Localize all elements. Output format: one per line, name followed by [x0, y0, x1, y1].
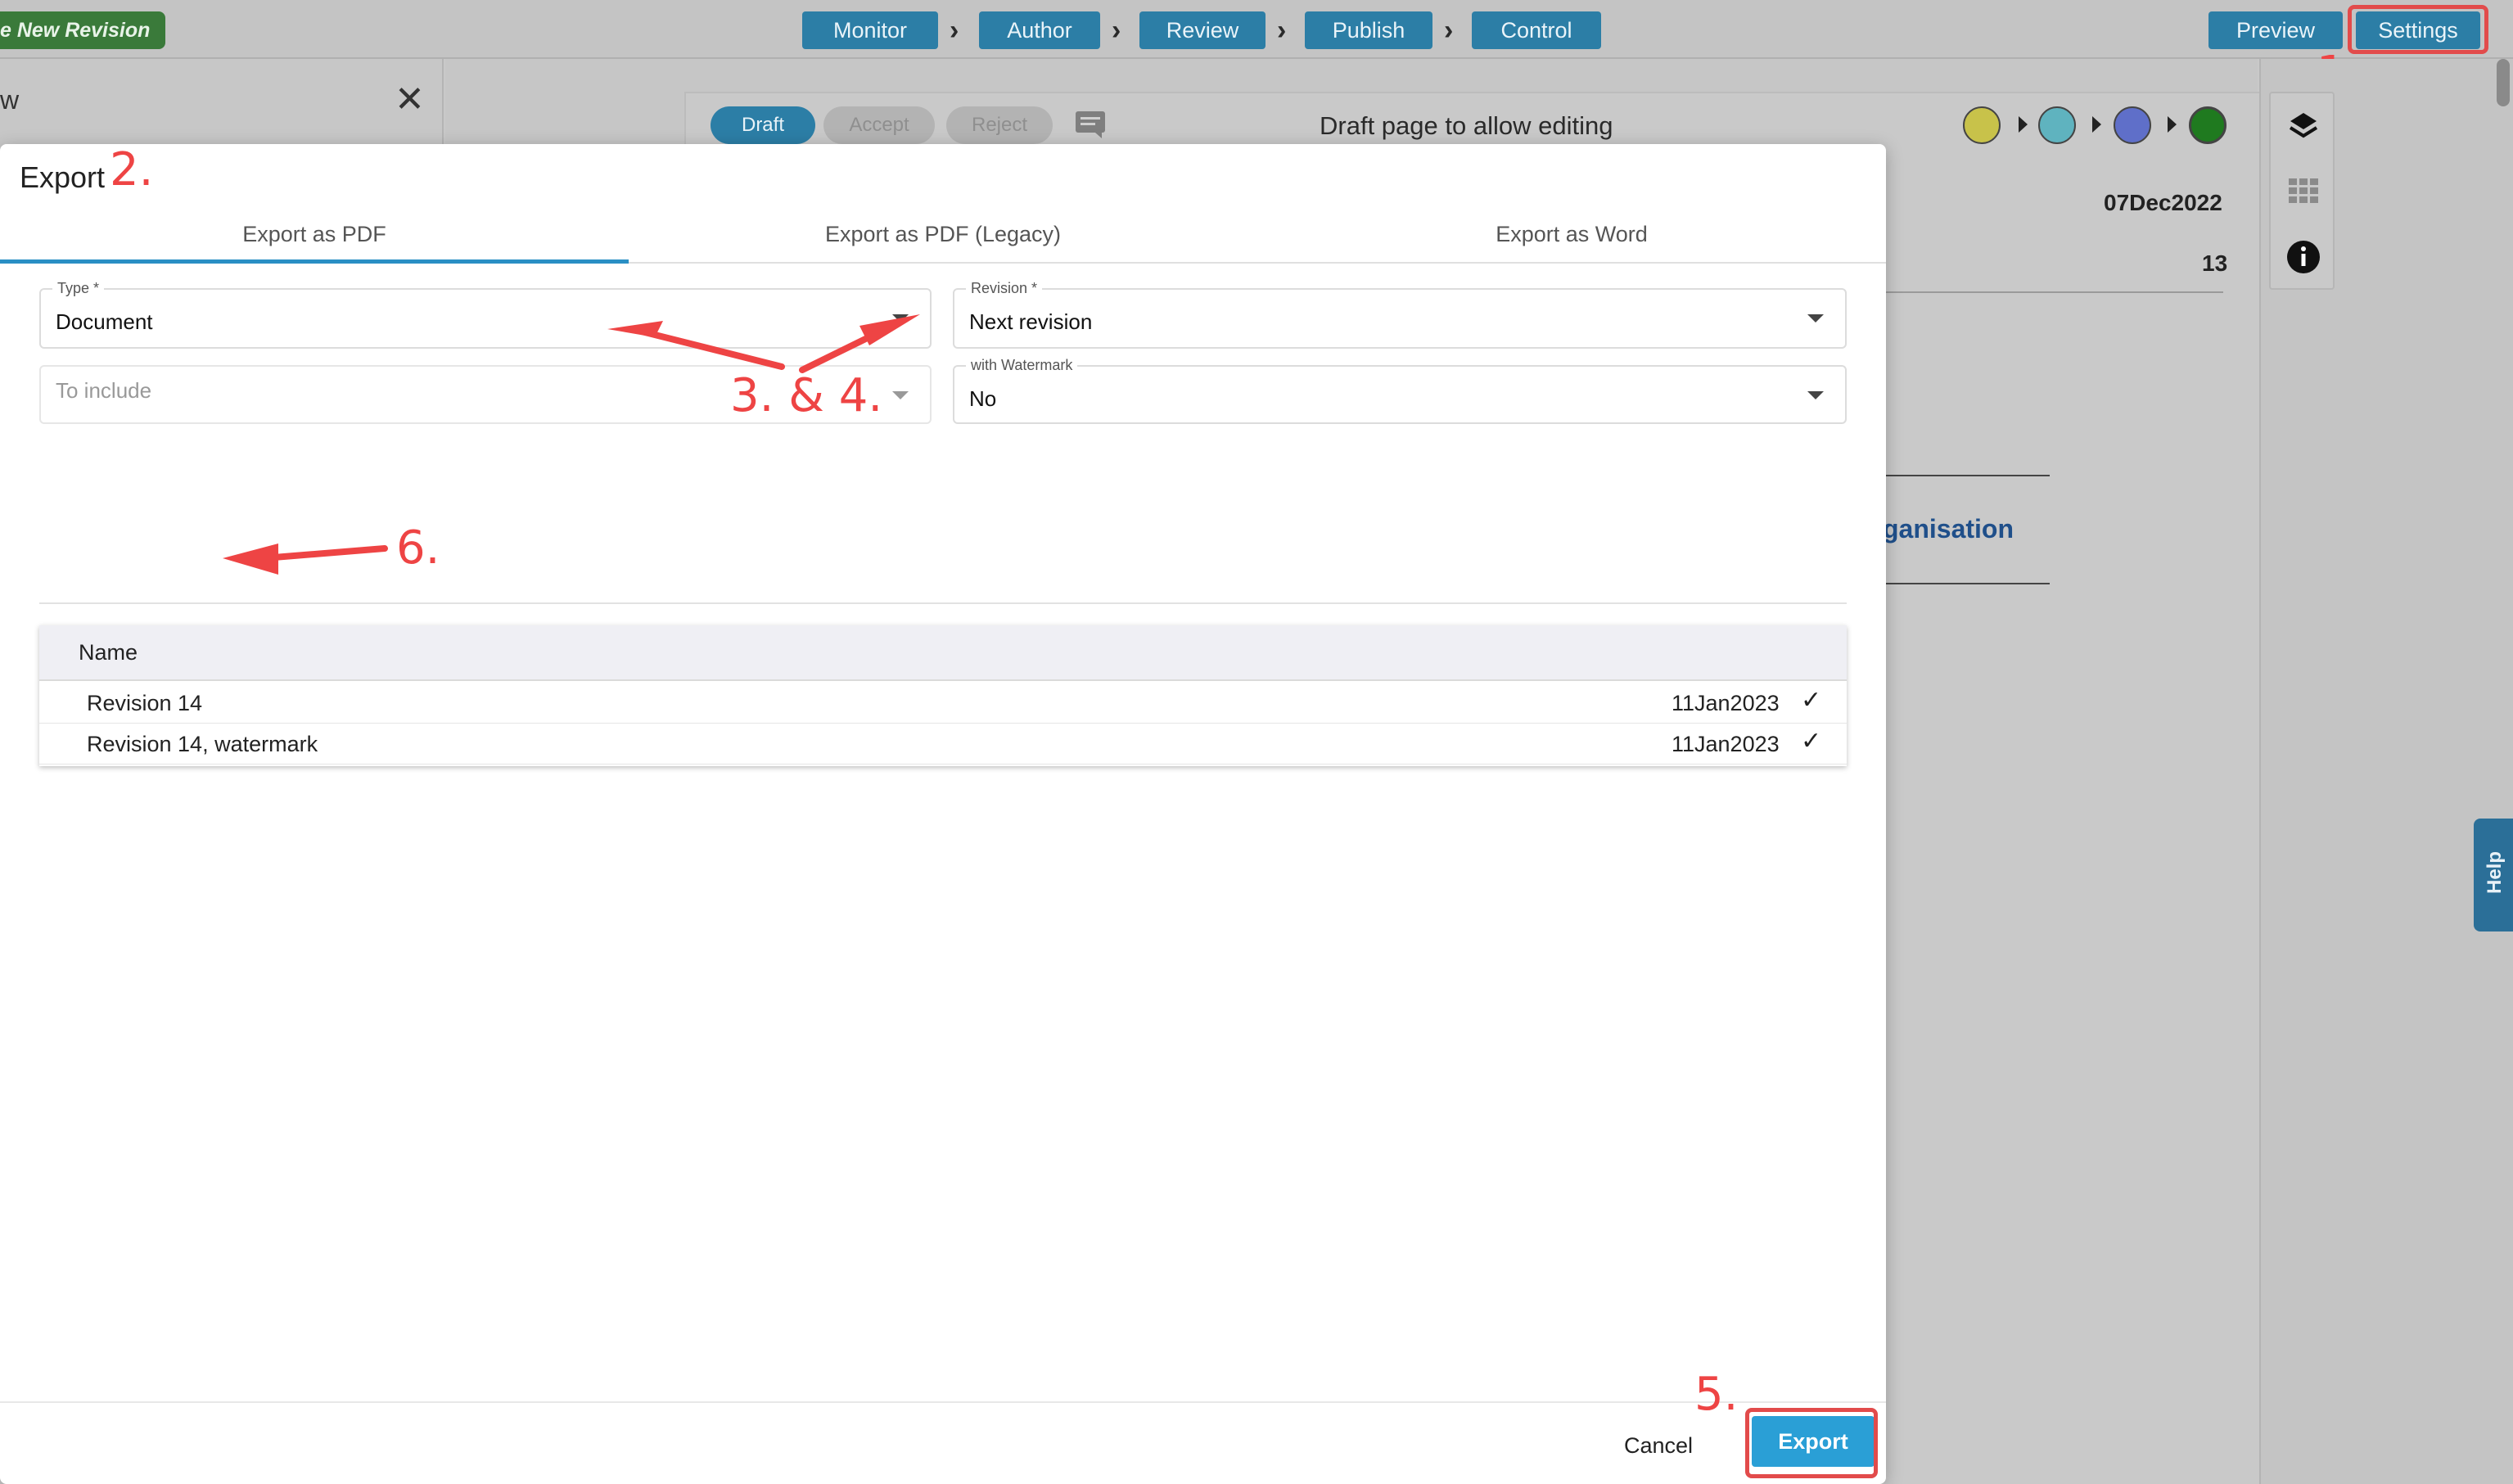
- divider: [1884, 291, 2223, 293]
- draft-pill-button[interactable]: Draft: [711, 106, 815, 144]
- step-publish-button[interactable]: Publish: [1305, 11, 1432, 49]
- row-name: Revision 14, watermark: [87, 732, 318, 756]
- table-header: Name: [39, 625, 1847, 681]
- document-heading: ganisation: [1883, 514, 2014, 544]
- status-dot-green-icon[interactable]: [2189, 106, 2227, 144]
- dialog-title: Export: [20, 160, 106, 194]
- arrow-right-icon: [2092, 116, 2101, 133]
- scrollbar-thumb[interactable]: [2497, 59, 2510, 106]
- accept-pill-button[interactable]: Accept: [823, 106, 935, 144]
- revision-label: Revision *: [966, 280, 1043, 297]
- step-review-button[interactable]: Review: [1139, 11, 1266, 49]
- tab-export-as-word[interactable]: Export as Word: [1257, 205, 1886, 264]
- step-monitor-button[interactable]: Monitor: [802, 11, 938, 49]
- divider: [1884, 475, 2050, 476]
- reject-pill-button[interactable]: Reject: [946, 106, 1053, 144]
- tab-export-as-pdf-legacy[interactable]: Export as PDF (Legacy): [629, 205, 1257, 264]
- dropdown-caret-icon: [1807, 391, 1824, 399]
- row-date: 11Jan2023: [1672, 732, 1780, 756]
- top-toolbar: e New Revision Monitor › Author › Review…: [0, 0, 2513, 59]
- divider: [0, 1401, 1886, 1403]
- status-dot-teal-icon[interactable]: [2038, 106, 2076, 144]
- checkmark-icon: ✓: [1801, 728, 1822, 755]
- type-label: Type *: [52, 280, 105, 297]
- preview-button[interactable]: Preview: [2208, 11, 2343, 49]
- document-date: 07Dec2022: [2104, 190, 2222, 215]
- annotation-step-2: 2.: [110, 143, 154, 196]
- tool-column: [2269, 92, 2335, 290]
- export-tabs: Export as PDF Export as PDF (Legacy) Exp…: [0, 205, 1886, 264]
- table-row[interactable]: Revision 14 11Jan2023 ✓: [39, 683, 1847, 724]
- dropdown-caret-icon: [1807, 314, 1824, 323]
- row-name: Revision 14: [87, 691, 203, 715]
- type-select[interactable]: Type * Document: [39, 280, 932, 349]
- info-icon[interactable]: [2285, 239, 2321, 279]
- comment-icon[interactable]: [1074, 110, 1107, 139]
- chevron-right-icon: ›: [1112, 15, 1121, 46]
- type-value: Document: [56, 309, 153, 334]
- cancel-button[interactable]: Cancel: [1609, 1423, 1708, 1468]
- settings-highlight-box: [2348, 5, 2488, 54]
- export-highlight-box: [1745, 1408, 1878, 1478]
- revision-table: Name Revision 14 11Jan2023 ✓ Revision 14…: [39, 625, 1847, 766]
- row-date: 11Jan2023: [1672, 691, 1780, 715]
- annotation-step-6: 6.: [396, 521, 440, 575]
- annotation-step-3-4: 3. & 4.: [730, 369, 883, 422]
- close-icon[interactable]: ✕: [395, 79, 425, 120]
- export-dialog: Export Export as PDF Export as PDF (Lega…: [0, 144, 1886, 1484]
- annotation-step-5: 5.: [1694, 1368, 1739, 1421]
- arrow-right-icon: [2019, 116, 2028, 133]
- step-control-button[interactable]: Control: [1472, 11, 1601, 49]
- tab-export-as-pdf[interactable]: Export as PDF: [0, 205, 629, 264]
- document-number: 13: [2202, 250, 2228, 276]
- status-dot-yellow-icon[interactable]: [1963, 106, 2001, 144]
- step-author-button[interactable]: Author: [979, 11, 1100, 49]
- status-dot-blue-icon[interactable]: [2114, 106, 2151, 144]
- new-revision-button[interactable]: e New Revision: [0, 11, 165, 49]
- divider: [1884, 583, 2050, 584]
- dropdown-caret-icon: [892, 391, 909, 399]
- name-column-header: Name: [79, 640, 138, 665]
- watermark-value: No: [969, 386, 997, 411]
- arrow-right-icon: [2168, 116, 2177, 133]
- revision-value: Next revision: [969, 309, 1093, 334]
- divider: [39, 602, 1847, 604]
- help-tab[interactable]: Help: [2474, 819, 2513, 931]
- chevron-right-icon: ›: [1444, 15, 1454, 46]
- grid-icon[interactable]: [2289, 178, 2318, 207]
- checkmark-icon: ✓: [1801, 687, 1822, 714]
- watermark-label: with Watermark: [966, 357, 1078, 374]
- table-row[interactable]: Revision 14, watermark 11Jan2023 ✓: [39, 724, 1847, 765]
- draft-status-message: Draft page to allow editing: [1320, 111, 1613, 140]
- watermark-select[interactable]: with Watermark No: [953, 357, 1847, 424]
- layers-icon[interactable]: [2287, 110, 2320, 147]
- chevron-right-icon: ›: [950, 15, 959, 46]
- revision-select[interactable]: Revision * Next revision: [953, 280, 1847, 349]
- dropdown-caret-icon: [892, 314, 909, 323]
- to-include-placeholder: To include: [56, 378, 152, 403]
- chevron-right-icon: ›: [1277, 15, 1287, 46]
- left-panel-title: w: [0, 85, 20, 115]
